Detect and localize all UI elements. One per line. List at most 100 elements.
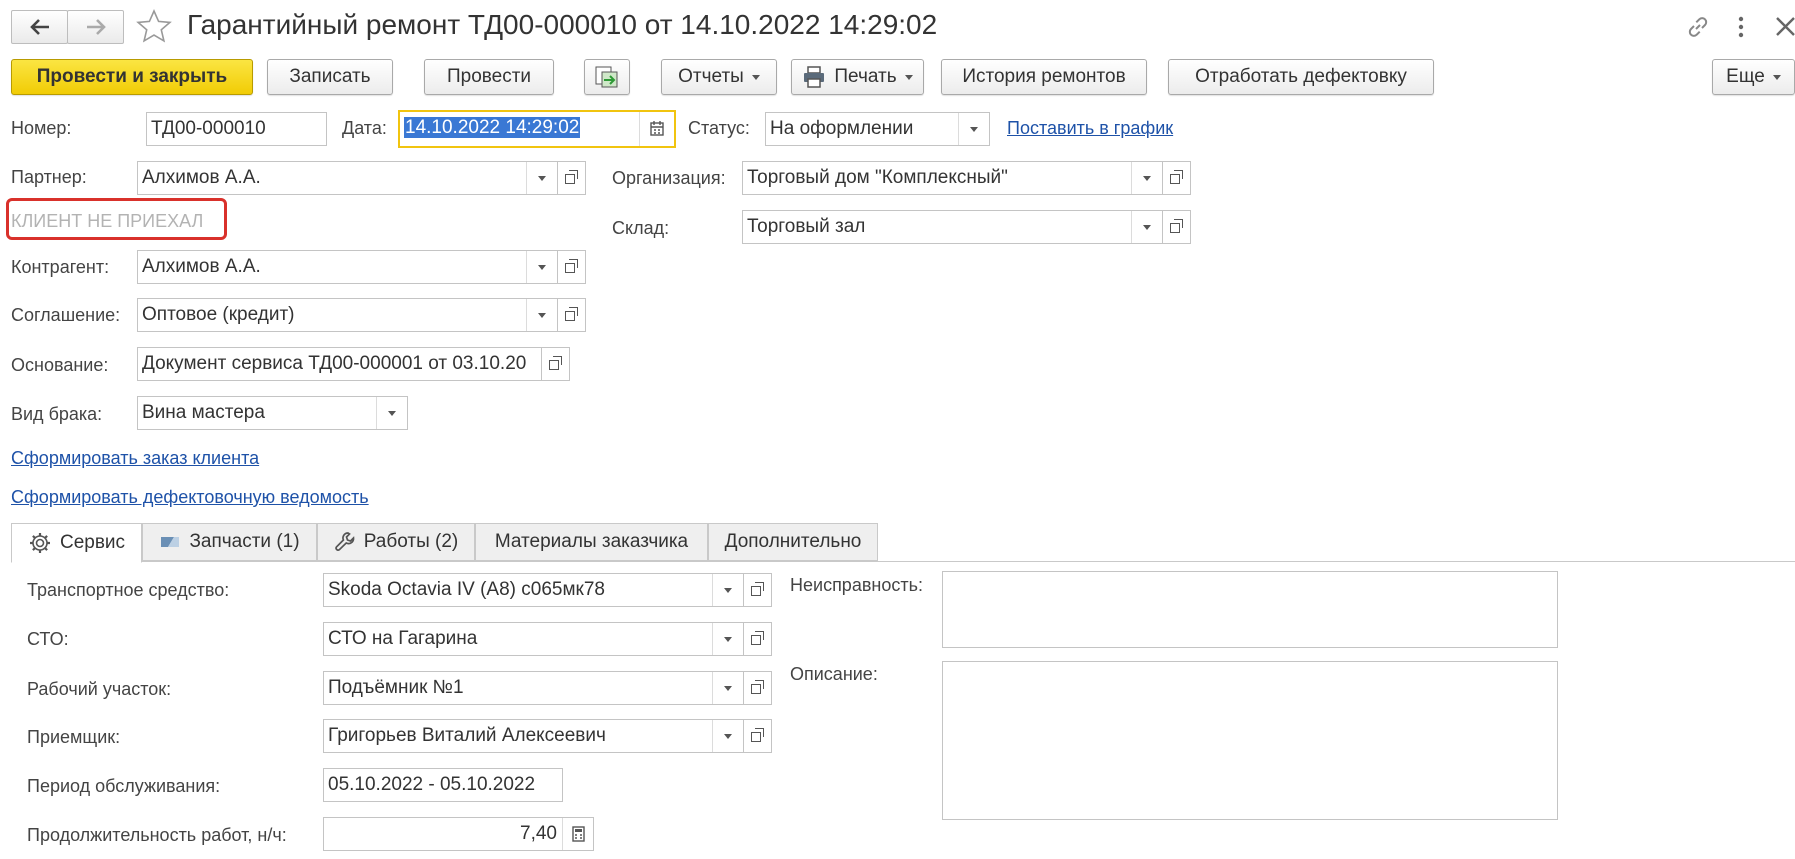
status-dropdown-button[interactable] <box>958 113 989 145</box>
printer-icon <box>804 66 825 88</box>
status-value: На оформлении <box>770 118 914 139</box>
save-button[interactable]: Записать <box>267 59 393 95</box>
basis-field[interactable]: Документ сервиса ТД00-000001 от 03.10.20 <box>137 347 542 381</box>
counterparty-dropdown-button[interactable] <box>526 251 557 283</box>
tab-service-label: Сервис <box>59 532 126 553</box>
date-value: 14.10.2022 14:29:02 <box>404 117 581 138</box>
sto-select[interactable]: СТО на Гагарина <box>323 622 744 656</box>
tab-additional-label: Дополнительно <box>724 531 862 552</box>
warehouse-label: Склад: <box>612 218 670 238</box>
status-select[interactable]: На оформлении <box>765 112 990 146</box>
organization-label: Организация: <box>612 168 726 188</box>
calculator-icon <box>572 826 585 842</box>
organization-select[interactable]: Торговый дом "Комплексный" <box>742 161 1163 195</box>
vehicle-select[interactable]: Skoda Octavia IV (A8) с065мк78 <box>323 573 744 607</box>
process-defects-button[interactable]: Отработать дефектовку <box>1168 59 1434 95</box>
tab-customer-materials-label: Материалы заказчика <box>494 531 689 552</box>
more-label: Еще <box>1726 66 1765 87</box>
wrench-icon <box>335 532 355 551</box>
warehouse-dropdown-button[interactable] <box>1131 211 1162 243</box>
schedule-link[interactable]: Поставить в график <box>1007 118 1173 139</box>
sto-open-button[interactable] <box>744 622 772 656</box>
basis-open-button[interactable] <box>542 347 570 381</box>
tab-works-label: Работы (2) <box>363 531 459 552</box>
receiver-dropdown-button[interactable] <box>712 720 743 752</box>
more-vertical-icon[interactable] <box>1735 14 1747 40</box>
post-button[interactable]: Провести <box>424 59 554 95</box>
partner-dropdown-button[interactable] <box>526 162 557 194</box>
description-textarea[interactable] <box>942 661 1558 820</box>
more-button[interactable]: Еще <box>1712 59 1795 95</box>
organization-open-button[interactable] <box>1163 161 1191 195</box>
status-label: Статус: <box>688 118 750 138</box>
tab-parts-label: Запчасти (1) <box>189 531 300 552</box>
close-icon[interactable] <box>1774 14 1795 38</box>
counterparty-label: Контрагент: <box>11 257 110 277</box>
counterparty-value: Алхимов А.А. <box>142 256 261 277</box>
warehouse-select[interactable]: Торговый зал <box>742 210 1163 244</box>
reports-button[interactable]: Отчеты <box>661 59 777 95</box>
workplace-open-button[interactable] <box>744 671 772 705</box>
warehouse-open-button[interactable] <box>1163 210 1191 244</box>
description-label: Описание: <box>790 664 878 684</box>
organization-value: Торговый дом "Комплексный" <box>747 167 1008 188</box>
forward-button[interactable] <box>67 10 124 44</box>
favorite-star-icon[interactable] <box>136 9 172 43</box>
date-label: Дата: <box>342 118 387 138</box>
date-field[interactable]: 14.10.2022 14:29:02 <box>398 110 676 148</box>
print-label: Печать <box>834 66 897 87</box>
number-field[interactable]: ТД00-000010 <box>146 112 327 146</box>
post-and-close-button[interactable]: Провести и закрыть <box>11 59 253 95</box>
print-button[interactable]: Печать <box>791 59 924 95</box>
duration-field[interactable]: 7,40 <box>323 817 594 851</box>
repair-history-button[interactable]: История ремонтов <box>941 59 1147 95</box>
organization-dropdown-button[interactable] <box>1131 162 1162 194</box>
tab-customer-materials[interactable]: Материалы заказчика <box>475 523 708 561</box>
tab-additional[interactable]: Дополнительно <box>708 523 878 561</box>
workplace-label: Рабочий участок: <box>27 679 172 699</box>
malfunction-textarea[interactable] <box>942 571 1558 648</box>
tab-service[interactable]: Сервис <box>11 523 142 563</box>
receiver-value: Григорьев Виталий Алексеевич <box>328 725 606 746</box>
basis-label: Основание: <box>11 355 109 375</box>
partner-value: Алхимов А.А. <box>142 167 261 188</box>
sto-dropdown-button[interactable] <box>712 623 743 655</box>
period-field[interactable]: 05.10.2022 - 05.10.2022 <box>323 768 563 802</box>
create-order-link[interactable]: Сформировать заказ клиента <box>11 448 259 469</box>
workplace-select[interactable]: Подъёмник №1 <box>323 671 744 705</box>
receiver-select[interactable]: Григорьев Виталий Алексеевич <box>323 719 744 753</box>
vehicle-value: Skoda Octavia IV (A8) с065мк78 <box>328 579 605 600</box>
vehicle-label: Транспортное средство: <box>27 580 230 600</box>
workplace-dropdown-button[interactable] <box>712 672 743 704</box>
calendar-button[interactable] <box>639 112 674 146</box>
page-title: Гарантийный ремонт ТД00-000010 от 14.10.… <box>187 9 938 40</box>
warehouse-value: Торговый зал <box>747 216 866 237</box>
vehicle-dropdown-button[interactable] <box>712 574 743 606</box>
partner-open-button[interactable] <box>558 161 586 195</box>
create-defect-sheet-link[interactable]: Сформировать дефектовочную ведомость <box>11 487 369 508</box>
agreement-value: Оптовое (кредит) <box>142 304 295 325</box>
client-note: КЛИЕНТ НЕ ПРИЕХАЛ <box>11 211 204 231</box>
tab-works[interactable]: Работы (2) <box>317 523 475 561</box>
counterparty-select[interactable]: Алхимов А.А. <box>137 250 558 284</box>
agreement-dropdown-button[interactable] <box>526 299 557 331</box>
agreement-open-button[interactable] <box>558 298 586 332</box>
counterparty-open-button[interactable] <box>558 250 586 284</box>
back-button[interactable] <box>11 10 68 44</box>
structure-button[interactable] <box>584 59 630 95</box>
defect-type-dropdown-button[interactable] <box>376 397 407 429</box>
defect-type-value: Вина мастера <box>142 402 265 423</box>
workplace-value: Подъёмник №1 <box>328 677 464 698</box>
receiver-open-button[interactable] <box>744 719 772 753</box>
vehicle-open-button[interactable] <box>744 573 772 607</box>
defect-type-select[interactable]: Вина мастера <box>137 396 408 430</box>
agreement-select[interactable]: Оптовое (кредит) <box>137 298 558 332</box>
calculator-button[interactable] <box>562 818 593 850</box>
calendar-icon <box>650 121 664 136</box>
link-icon[interactable] <box>1685 14 1711 40</box>
partner-select[interactable]: Алхимов А.А. <box>137 161 558 195</box>
gear-icon <box>29 533 50 553</box>
tab-parts[interactable]: Запчасти (1) <box>142 523 317 561</box>
defect-type-label: Вид брака: <box>11 404 103 424</box>
parts-icon <box>161 537 180 547</box>
